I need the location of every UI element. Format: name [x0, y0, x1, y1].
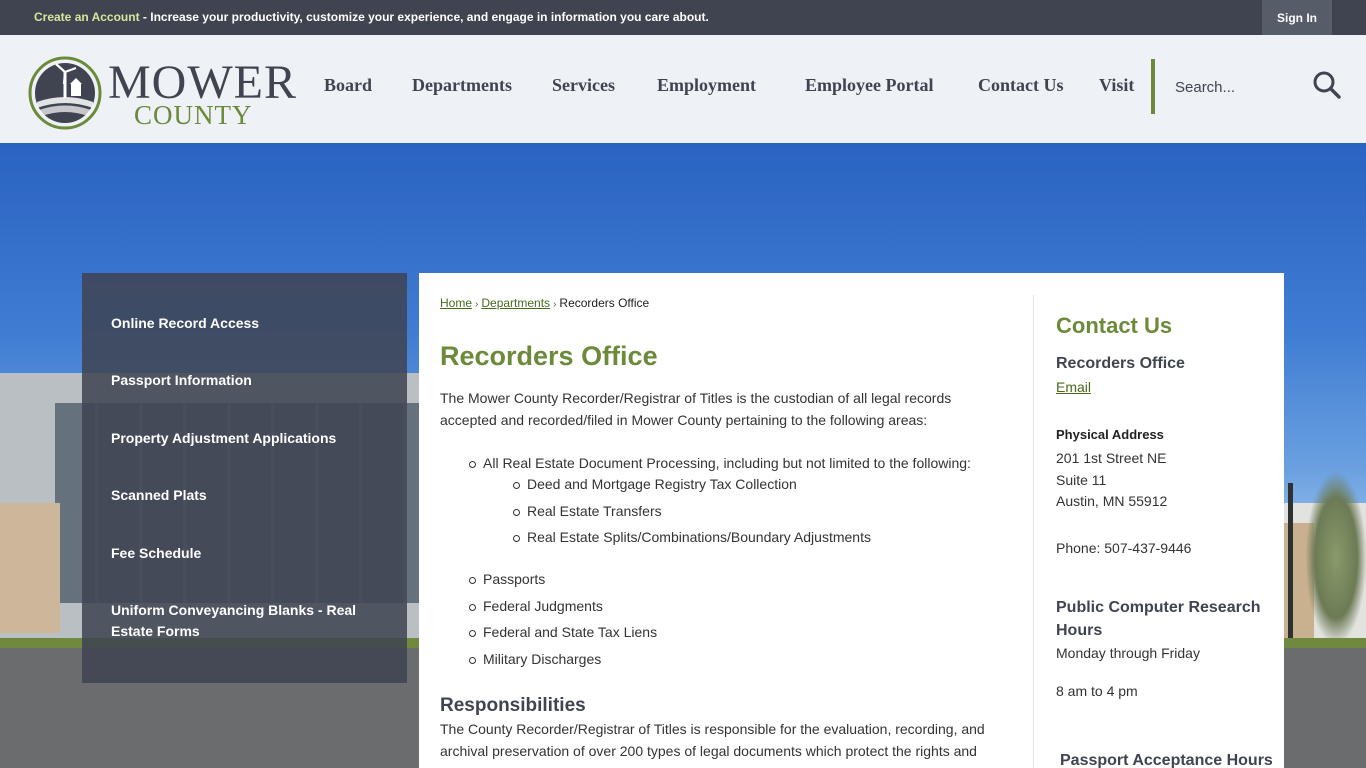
column-divider	[1033, 295, 1034, 768]
breadcrumb-separator-icon: ›	[553, 299, 557, 310]
nav-employee-portal[interactable]: Employee Portal	[805, 75, 933, 96]
hours-heading: Public Computer Research Hours	[1056, 599, 1261, 639]
breadcrumb-home[interactable]: Home	[440, 296, 472, 310]
nav-services[interactable]: Services	[552, 75, 615, 96]
list-item: Federal Judgments	[469, 598, 603, 614]
contact-heading: Contact Us	[1056, 313, 1173, 338]
address-line: Austin, MN 55912	[1056, 493, 1168, 509]
nav-departments[interactable]: Departments	[412, 75, 512, 96]
sidebar-menu: Online Record Access Passport Informatio…	[82, 273, 407, 683]
contact-phone: Phone: 507-437-9446	[1056, 540, 1192, 556]
contact-office-name: Recorders Office	[1056, 355, 1185, 372]
address-line: Suite 11	[1056, 472, 1107, 488]
nav-visit[interactable]: Visit	[1099, 75, 1134, 96]
nav-employment[interactable]: Employment	[657, 75, 756, 96]
intro-paragraph: The Mower County Recorder/Registrar of T…	[440, 390, 952, 428]
top-bar-text: - Increase your productivity, customize …	[139, 10, 709, 24]
list-item: Federal and State Tax Liens	[468, 624, 658, 640]
contact-email-link[interactable]: Email	[1056, 379, 1091, 395]
address-line: 201 1st Street NE	[1056, 450, 1167, 466]
nav-divider	[1151, 59, 1155, 114]
site-logo[interactable]: MOWER COUNTY	[28, 56, 296, 130]
sign-in-button[interactable]: Sign In	[1262, 0, 1332, 35]
top-bar: Create an Account - Increase your produc…	[0, 0, 1366, 35]
hours-time: 8 am to 4 pm	[1056, 683, 1138, 699]
page-title: Recorders Office	[440, 341, 658, 371]
list-item: Passports	[468, 571, 546, 587]
sidebar-item-property-adjustment[interactable]: Property Adjustment Applications	[111, 428, 361, 449]
list-item: All Real Estate Document Processing, inc…	[469, 455, 971, 471]
breadcrumb-current: Recorders Office	[559, 296, 650, 310]
nav-board[interactable]: Board	[324, 75, 372, 96]
site-header: MOWER COUNTY Board Departments Services …	[0, 35, 1366, 143]
passport-hours-heading: Passport Acceptance Hours	[1060, 752, 1273, 768]
tree-image	[1306, 473, 1366, 643]
breadcrumb: Home › Departments › Recorders Office	[440, 296, 649, 310]
sidebar-item-online-record-access[interactable]: Online Record Access	[111, 313, 361, 334]
responsibilities-paragraph: The County Recorder/Registrar of Titles …	[440, 721, 985, 768]
nav-contact-us[interactable]: Contact Us	[978, 75, 1064, 96]
list-item: Military Discharges	[468, 651, 602, 667]
top-bar-message: Create an Account - Increase your produc…	[34, 10, 709, 24]
breadcrumb-departments[interactable]: Departments	[481, 296, 550, 310]
content-card: Home › Departments › Recorders Office Record…	[419, 273, 1284, 768]
list-item: Real Estate Splits/Combinations/Boundary…	[513, 529, 871, 545]
hours-days: Monday through Friday	[1056, 645, 1200, 661]
logo-wordmark-secondary: COUNTY	[134, 100, 253, 130]
search-input[interactable]	[1166, 75, 1296, 99]
sidebar-item-conveyancing-blanks[interactable]: Uniform Conveyancing Blanks - Real Estat…	[111, 600, 361, 642]
create-account-link[interactable]: Create an Account	[34, 10, 140, 24]
county-seal-icon	[28, 56, 102, 130]
search-button[interactable]	[1310, 69, 1344, 103]
sidebar-item-fee-schedule[interactable]: Fee Schedule	[111, 543, 361, 564]
sidebar-item-passport-information[interactable]: Passport Information	[111, 370, 361, 391]
sidebar-item-scanned-plats[interactable]: Scanned Plats	[111, 485, 361, 506]
list-item: Deed and Mortgage Registry Tax Collectio…	[513, 476, 797, 492]
breadcrumb-separator-icon: ›	[475, 299, 479, 310]
list-item: Real Estate Transfers	[513, 503, 662, 519]
address-label: Physical Address	[1056, 427, 1164, 442]
search-icon	[1313, 71, 1341, 99]
responsibilities-heading: Responsibilities	[440, 695, 586, 716]
